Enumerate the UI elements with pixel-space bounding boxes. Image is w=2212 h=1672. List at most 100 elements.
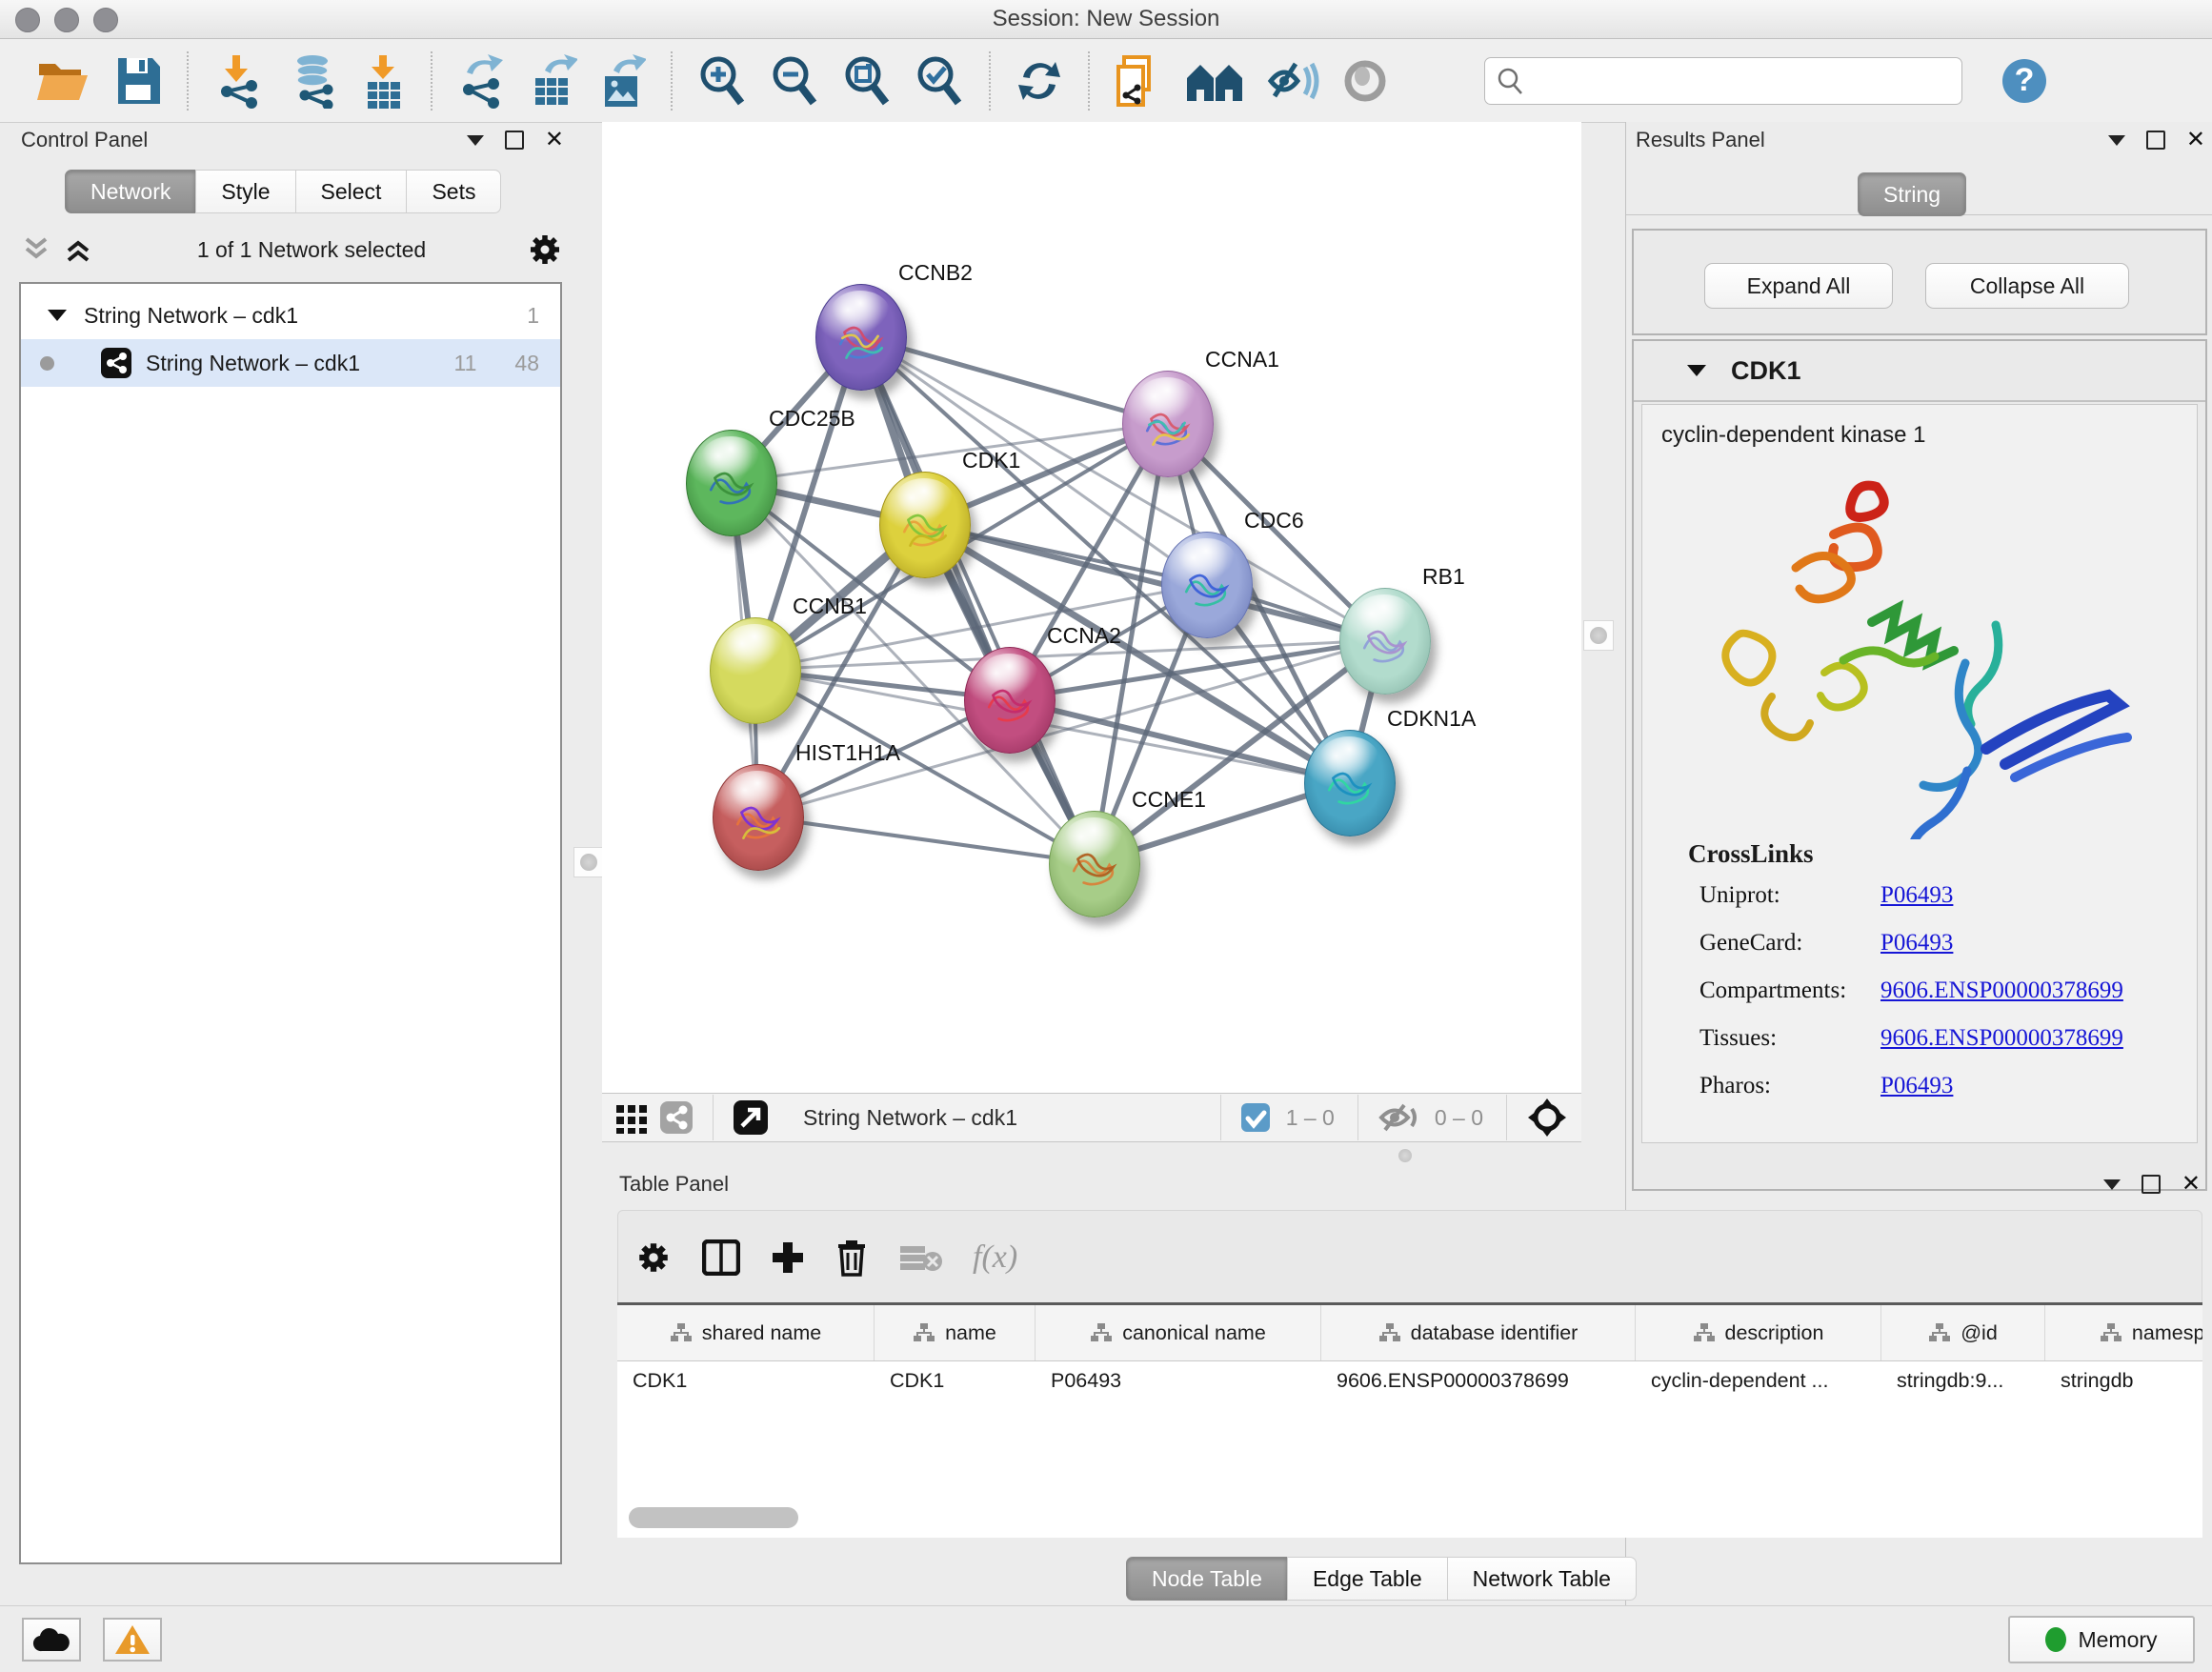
expand-all-button[interactable]: Expand All [1704,263,1893,309]
right-splitter-handle[interactable] [1583,620,1614,651]
column-header-canonical-name[interactable]: canonical name [1036,1305,1321,1360]
column-header-@id[interactable]: @id [1881,1305,2045,1360]
crosslink-link[interactable]: P06493 [1880,1073,1953,1099]
refresh-button[interactable] [1016,52,1063,110]
panel-close-icon[interactable]: ✕ [2182,1177,2201,1192]
crosslink-link[interactable]: 9606.ENSP00000378699 [1880,977,2123,1004]
panel-close-icon[interactable]: ✕ [545,132,564,148]
network-row[interactable]: String Network – cdk1 11 48 [21,339,560,387]
delete-column-button[interactable] [835,1239,868,1277]
tab-edge-table[interactable]: Edge Table [1287,1557,1448,1601]
collapse-all-button[interactable]: Collapse All [1925,263,2129,309]
cell-database-identifier[interactable]: 9606.ENSP00000378699 [1321,1361,1636,1400]
zoom-out-button[interactable] [770,52,819,110]
cell-@id[interactable]: stringdb:9... [1881,1361,2045,1400]
node-CCNB1[interactable] [710,617,801,724]
string-tools-button[interactable] [659,1100,694,1135]
birds-eye-view-button[interactable] [615,1101,648,1134]
cell-canonical-name[interactable]: P06493 [1036,1361,1321,1400]
import-table-button[interactable] [364,52,406,110]
show-all-button[interactable] [1343,52,1387,110]
export-image-button[interactable] [600,52,646,110]
panel-float-icon[interactable] [2142,1175,2161,1194]
node-CCNB2[interactable] [815,284,907,391]
column-header-namespace[interactable]: namespace [2045,1305,2202,1360]
column-header-description[interactable]: description [1636,1305,1881,1360]
table-settings-button[interactable] [635,1239,672,1276]
fit-content-button[interactable] [1526,1097,1568,1138]
node-CCNE1[interactable] [1049,811,1140,917]
open-in-window-button[interactable] [733,1099,769,1136]
open-session-button[interactable] [36,52,91,110]
entry-header[interactable]: CDK1 [1634,341,2205,402]
horizontal-scrollbar[interactable] [629,1507,798,1528]
cell-namespace[interactable]: stringdb [2045,1361,2202,1400]
export-network-button[interactable] [457,52,509,110]
horizontal-splitter-handle[interactable] [1398,1149,1412,1162]
node-HIST1H1A[interactable] [713,764,804,871]
node-CDC25B[interactable] [686,430,777,536]
column-header-database-identifier[interactable]: database identifier [1321,1305,1636,1360]
collapse-all-icon[interactable] [21,235,53,264]
gear-icon[interactable] [528,232,562,267]
crosslink-link[interactable]: P06493 [1880,930,1953,957]
node-CDKN1A[interactable] [1304,730,1396,836]
create-column-button[interactable] [771,1240,805,1275]
crosslink-link[interactable]: 9606.ENSP00000378699 [1880,1025,2123,1052]
collection-caret-icon[interactable] [48,310,67,321]
zoom-in-button[interactable] [697,52,747,110]
tab-sets[interactable]: Sets [406,170,501,213]
cell-description[interactable]: cyclin-dependent ... [1636,1361,1881,1400]
panel-float-icon[interactable] [505,131,524,150]
search-input[interactable] [1533,61,1961,101]
zoom-fit-button[interactable] [842,52,892,110]
hide-unselected-button[interactable] [1267,52,1320,110]
zoom-selected-button[interactable] [915,52,964,110]
edge-CCNB2-CCNE1[interactable] [860,336,1094,863]
table-row[interactable]: CDK1CDK1P064939606.ENSP00000378699cyclin… [617,1361,2202,1400]
string-home-button[interactable] [1185,52,1244,110]
export-table-button[interactable] [532,52,577,110]
edge-CDK1-RB1[interactable] [924,524,1384,640]
expand-all-icon[interactable] [63,235,95,264]
node-CDC6[interactable] [1161,532,1253,638]
entry-description: cyclin-dependent kinase 1 [1661,422,2197,449]
tab-style[interactable]: Style [195,170,295,213]
panel-menu-icon[interactable] [467,135,484,146]
panel-menu-icon[interactable] [2103,1179,2121,1190]
left-splitter-handle[interactable] [573,847,604,877]
hidden-indicator-button[interactable] [1377,1101,1419,1134]
node-RB1[interactable] [1339,588,1431,695]
help-button[interactable]: ? [2002,59,2046,103]
tab-select[interactable]: Select [295,170,408,213]
column-header-shared-name[interactable]: shared name [617,1305,875,1360]
node-CCNA2[interactable] [964,647,1056,754]
node-CCNA1[interactable] [1122,371,1214,477]
tab-node-table[interactable]: Node Table [1126,1557,1288,1601]
show-columns-button[interactable] [702,1239,740,1276]
save-session-button[interactable] [114,52,162,110]
tab-string[interactable]: String [1858,172,1966,216]
network-canvas[interactable]: CCNB2CCNA1CDC25BCDK1CDC6RB1CCNB1CCNA2CDK… [602,122,1581,1093]
panel-menu-icon[interactable] [2108,135,2125,146]
tab-network[interactable]: Network [65,170,196,213]
cell-name[interactable]: CDK1 [875,1361,1036,1400]
cell-shared-name[interactable]: CDK1 [617,1361,875,1400]
selected-indicator-checkbox[interactable] [1240,1102,1271,1133]
import-network-button[interactable] [213,52,265,110]
panel-close-icon[interactable]: ✕ [2186,132,2205,148]
edge-HIST1H1A-CCNE1[interactable] [757,816,1094,863]
entry-caret-icon[interactable] [1687,365,1706,376]
copy-network-button[interactable] [1115,52,1162,110]
panel-float-icon[interactable] [2146,131,2165,150]
import-network-from-database-button[interactable] [288,52,341,110]
node-CDK1[interactable] [879,472,971,578]
tab-network-table[interactable]: Network Table [1447,1557,1637,1601]
network-collection-row[interactable]: String Network – cdk1 1 [21,292,560,339]
cloud-button[interactable] [22,1618,81,1662]
column-header-name[interactable]: name [875,1305,1036,1360]
network-edge-count: 48 [514,351,539,376]
warnings-button[interactable] [103,1618,162,1662]
memory-button[interactable]: Memory [2008,1616,2195,1663]
crosslink-link[interactable]: P06493 [1880,882,1953,909]
